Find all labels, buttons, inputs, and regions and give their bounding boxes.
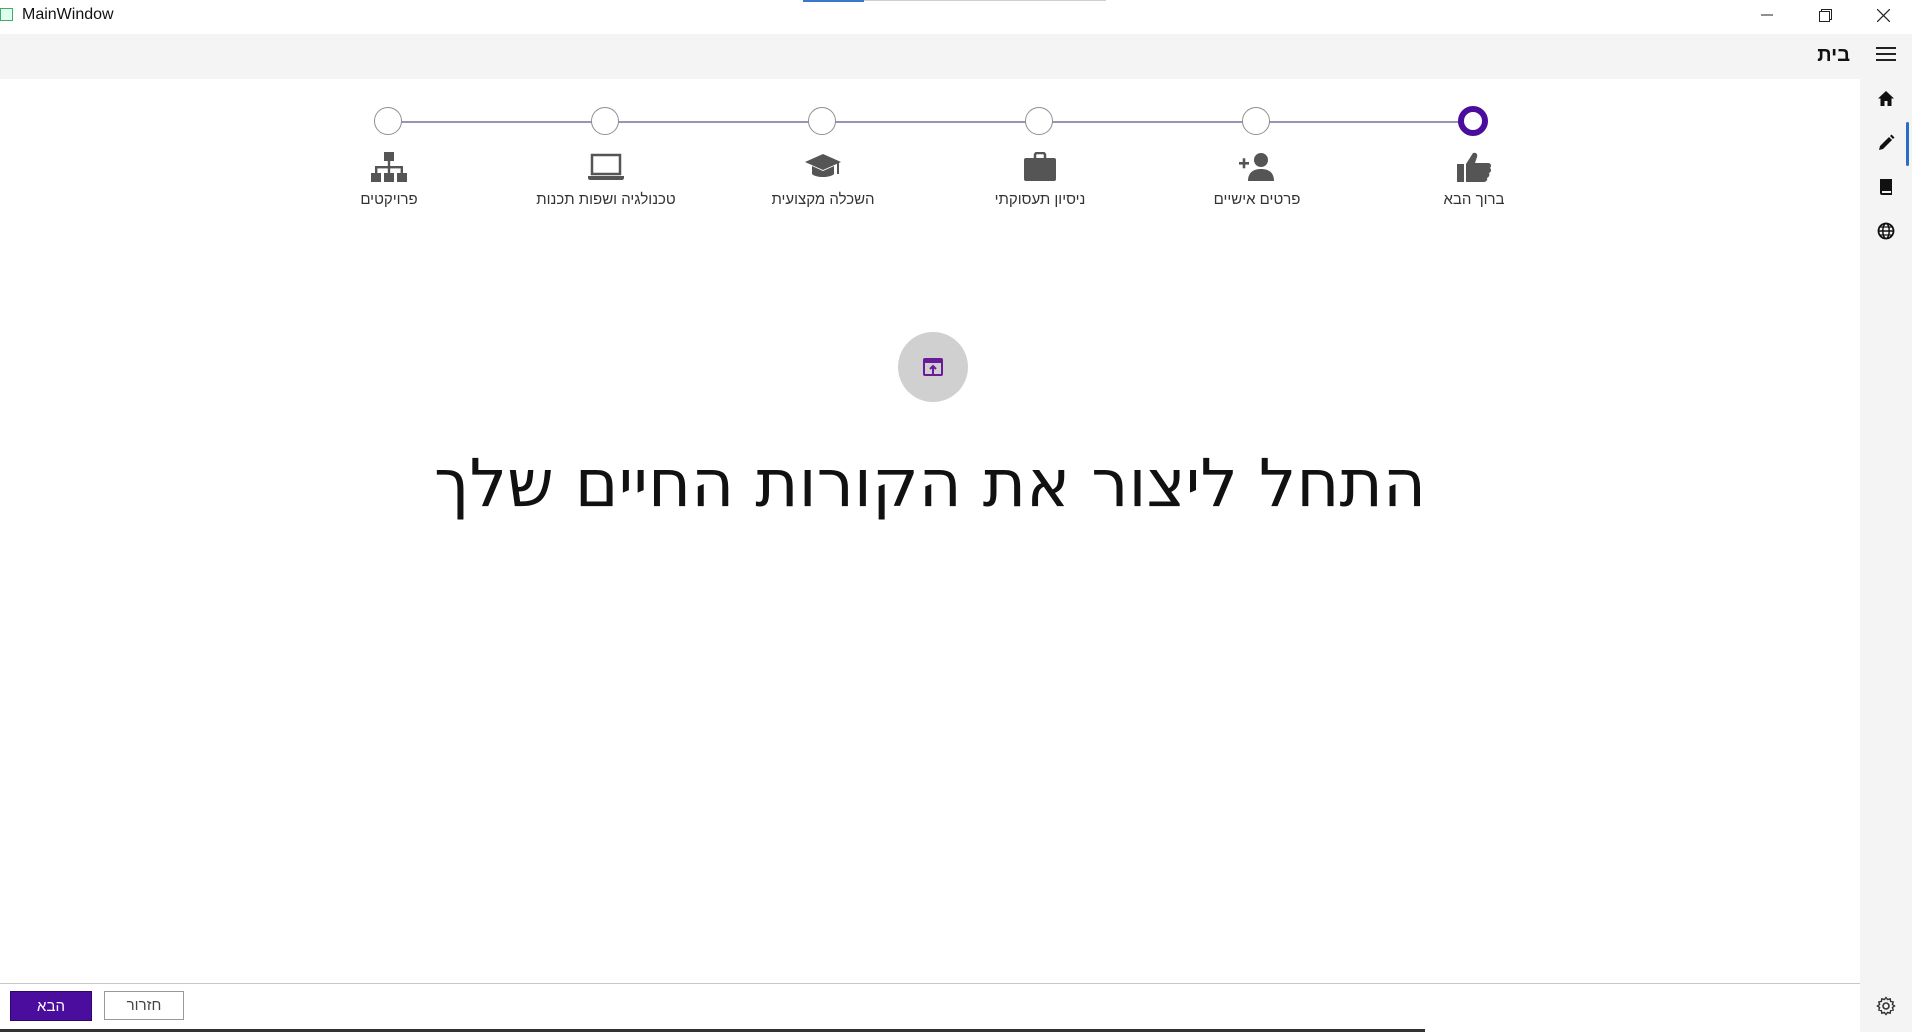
step-indicator-active (1458, 106, 1488, 136)
minimize-icon (1761, 14, 1773, 16)
book-icon (1880, 179, 1892, 195)
step-label: ניסיון תעסוקתי (994, 191, 1086, 208)
step-label: פרויקטים (360, 191, 418, 208)
pen-icon (1879, 134, 1895, 150)
briefcase-icon (1020, 149, 1060, 185)
window-title-bar: MainWindow (0, 0, 1912, 34)
nav-edit-button[interactable] (1860, 123, 1912, 163)
headline: התחל ליצור את הקורות החיים שלך (434, 445, 1426, 522)
step-label: ברוך הבא (1443, 191, 1505, 208)
step-indicator (1025, 107, 1053, 135)
step-label: השכלה מקצועית (771, 191, 875, 208)
title-accent-line-gray (864, 0, 1106, 1)
step-indicator (808, 107, 836, 135)
sitemap-icon (369, 149, 409, 185)
step-indicator (591, 107, 619, 135)
step-label: פרטים אישיים (1213, 191, 1301, 208)
laptop-icon (586, 149, 626, 185)
restore-button[interactable] (1796, 0, 1854, 30)
graduation-cap-icon (803, 149, 843, 185)
nav-active-indicator (1906, 122, 1909, 166)
hamburger-menu-button[interactable] (1860, 34, 1912, 74)
close-icon (1876, 8, 1890, 22)
hamburger-icon (1876, 47, 1896, 61)
stepper-track (389, 121, 1473, 123)
next-button[interactable]: הבא (10, 991, 92, 1021)
window-title: MainWindow (22, 6, 114, 23)
footer-divider (0, 983, 1860, 984)
nav-language-button[interactable] (1860, 211, 1912, 251)
step-label: טכנולגיה ושפות תכנות (536, 191, 676, 208)
app-icon (0, 8, 13, 21)
add-person-icon (1237, 149, 1277, 185)
thumbs-up-icon (1454, 149, 1494, 185)
back-button[interactable]: חזרור (104, 991, 184, 1020)
nav-book-button[interactable] (1860, 167, 1912, 207)
minimize-button[interactable] (1738, 0, 1796, 30)
open-in-window-icon (923, 358, 943, 376)
step-indicator (1242, 107, 1270, 135)
page-title: בית (1817, 44, 1850, 66)
restore-icon (1818, 8, 1832, 22)
title-accent-line (803, 0, 864, 2)
start-badge[interactable] (898, 332, 968, 402)
settings-button[interactable] (1870, 990, 1902, 1022)
globe-icon (1877, 222, 1895, 240)
gear-icon (1876, 996, 1896, 1016)
nav-rail (1860, 34, 1912, 1032)
home-icon (1878, 91, 1894, 106)
page-header (0, 34, 1860, 79)
close-button[interactable] (1854, 0, 1912, 30)
nav-home-button[interactable] (1860, 79, 1912, 119)
step-indicator (374, 107, 402, 135)
